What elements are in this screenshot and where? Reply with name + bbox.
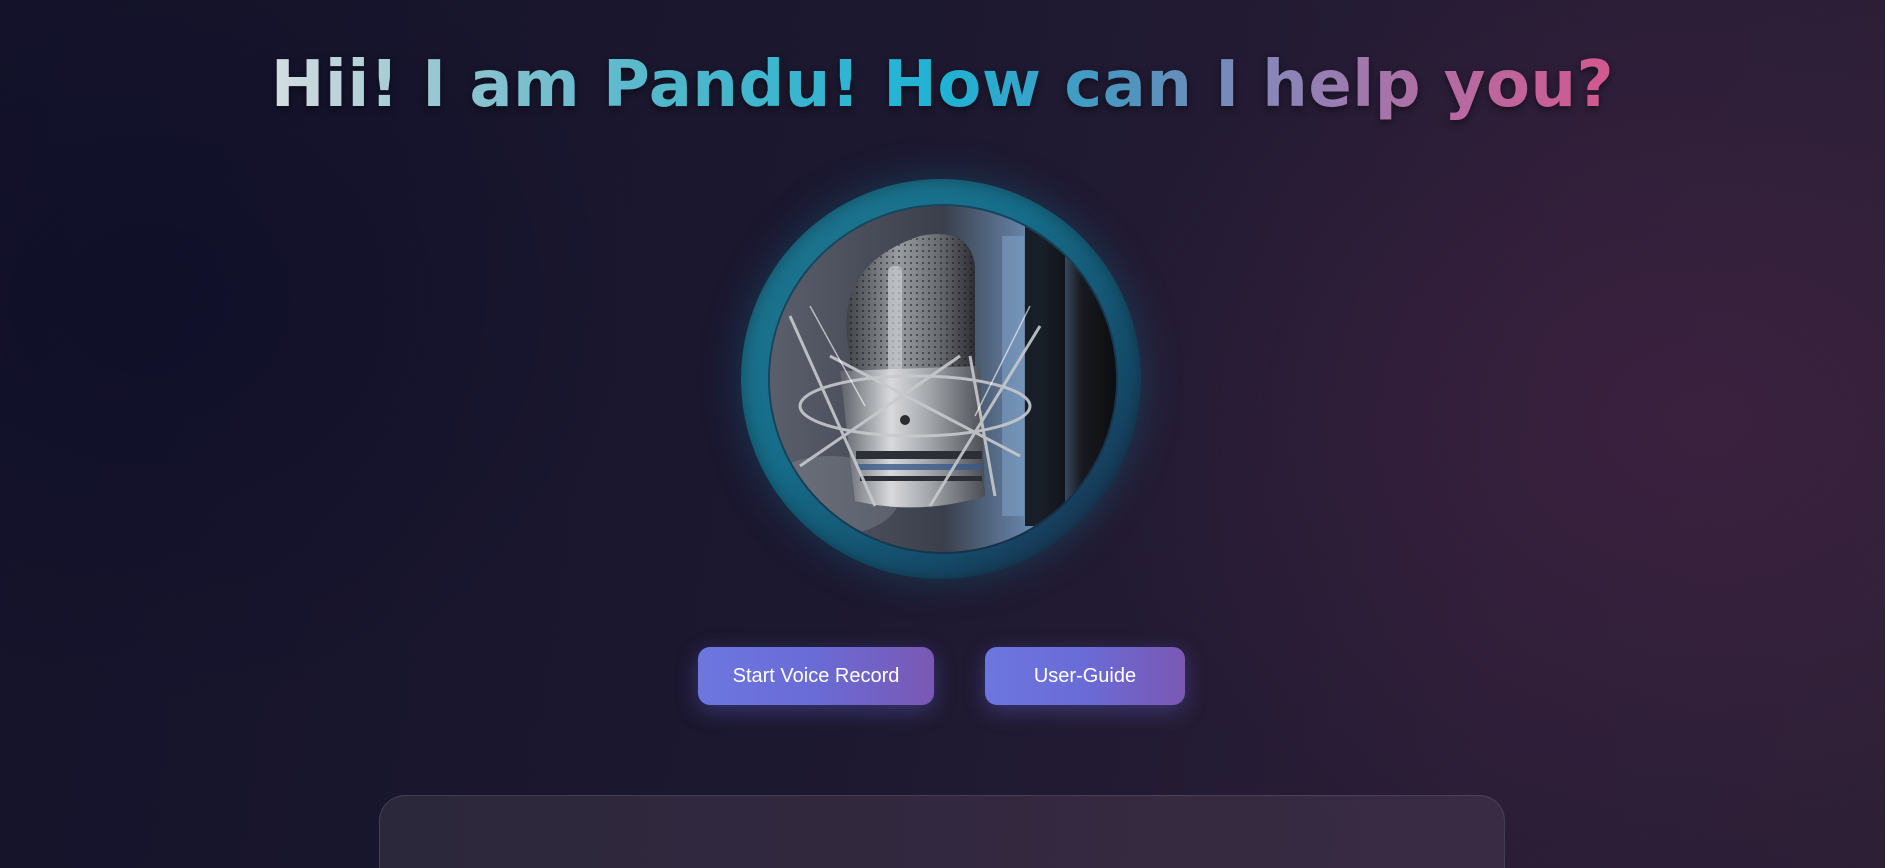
microphone-icon (770, 206, 1116, 552)
response-panel (379, 795, 1505, 868)
user-guide-button[interactable]: User-Guide (985, 647, 1185, 705)
start-voice-record-button[interactable]: Start Voice Record (698, 647, 934, 705)
page-title: Hii! I am Pandu! How can I help you? (0, 42, 1885, 128)
page-title-text: Hii! I am Pandu! How can I help you? (270, 48, 1615, 122)
